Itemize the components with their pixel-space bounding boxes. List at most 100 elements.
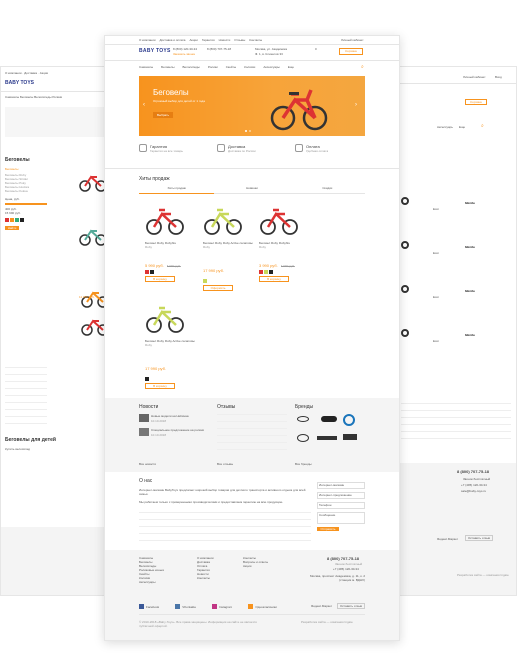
instagram-icon[interactable]: [212, 604, 218, 609]
brand-logo[interactable]: [401, 329, 409, 337]
ok-icon[interactable]: [248, 604, 254, 609]
all-brands-link[interactable]: Все бренды: [295, 462, 312, 466]
right-login-link[interactable]: Вход: [495, 75, 502, 79]
right-footer-email[interactable]: sale@baby-toys.ru: [461, 489, 486, 493]
topbar-link[interactable]: Акции: [189, 38, 197, 42]
footer-link[interactable]: Контакты: [197, 576, 214, 580]
nav-item[interactable]: Еще: [288, 65, 294, 69]
news-thumb[interactable]: [139, 428, 149, 436]
brand-logo[interactable]: [401, 241, 409, 249]
form-field[interactable]: Интернет-магазин: [317, 482, 365, 489]
social-item[interactable]: Одноклассники: [248, 604, 277, 609]
brand-label: Ecoi: [433, 251, 439, 255]
brand-label[interactable]: Merida: [465, 245, 475, 249]
brand-label[interactable]: Merida: [465, 333, 475, 337]
right-nav-item[interactable]: Аксессуары: [437, 125, 453, 129]
news-item-title[interactable]: Новые модели на Hebavaa: [151, 414, 189, 418]
callback-link[interactable]: Заказать звонок: [173, 52, 195, 56]
nav-item[interactable]: Самокаты: [139, 65, 153, 69]
brand-logo[interactable]: [401, 197, 409, 205]
social-item[interactable]: Facebook: [139, 604, 159, 609]
form-field[interactable]: Телефон: [317, 502, 365, 509]
form-submit-button[interactable]: Отправить: [317, 527, 339, 531]
right-account-link[interactable]: Личный кабинет: [463, 75, 486, 79]
product-name[interactable]: Беговел Ruby Ruby Active салатовый: [145, 339, 195, 343]
search-icon[interactable]: ⌕: [361, 64, 364, 70]
leave-review-button[interactable]: Оставить отзыв: [337, 603, 365, 609]
news-item-title[interactable]: Специальное предложение на ролики: [151, 428, 204, 432]
brand-logo[interactable]: [343, 434, 357, 440]
header-phone2[interactable]: 8 (800) 707-75-18: [207, 47, 231, 51]
social-item[interactable]: Instagram: [212, 604, 232, 609]
nav-item[interactable]: Аксессуары: [263, 65, 279, 69]
product-card[interactable]: Беговел Ruby Rubyfire Ruby 5 990 руб. 6 …: [145, 202, 195, 292]
right-footer-phone[interactable]: 8 (800) 707-75-18: [457, 469, 489, 474]
topbar-link[interactable]: Гарантия: [202, 38, 215, 42]
footer-link[interactable]: Акции: [243, 564, 268, 568]
all-news-link[interactable]: Все новости: [139, 462, 156, 466]
tab-sale[interactable]: Скидки: [289, 186, 365, 194]
product-card[interactable]: Беговел Ruby Ruby Active салатовый Ruby …: [145, 300, 195, 390]
banner-button[interactable]: Выбрать: [153, 112, 173, 118]
nav-item[interactable]: Ролики: [208, 65, 218, 69]
account-link[interactable]: Личный кабинет: [341, 38, 364, 42]
hero-banner[interactable]: ‹ › Беговелы Огромный выбор для детей от…: [139, 76, 365, 136]
news-thumb[interactable]: [139, 414, 149, 422]
filter-find-button[interactable]: Найти: [5, 226, 19, 230]
header-phone1[interactable]: 8 (800) 120-30-34: [173, 47, 197, 51]
search-icon[interactable]: ⌕: [481, 123, 484, 129]
social-item[interactable]: VKontakte: [175, 604, 196, 609]
left-footer-text[interactable]: Купить велосипед: [5, 447, 30, 451]
all-reviews-link[interactable]: Все отзывы: [217, 462, 233, 466]
add-to-cart-button[interactable]: В корзину: [145, 383, 175, 389]
nav-item[interactable]: Велосипеды: [183, 65, 200, 69]
tab-new[interactable]: Новинки: [214, 186, 290, 194]
reviews-title: Отзывы: [217, 404, 236, 410]
add-to-cart-button[interactable]: В корзину: [145, 276, 175, 282]
brand-logo[interactable]: [297, 416, 309, 422]
footer-phone2[interactable]: +7 (495) 120-30-34: [333, 567, 359, 571]
brand-label[interactable]: Merida: [465, 289, 475, 293]
product-card[interactable]: Беговел Ruby Rubyfire Ruby 3 990 руб. 4 …: [259, 202, 309, 292]
right-cart-button[interactable]: Корзина: [465, 99, 487, 105]
add-to-cart-button[interactable]: В корзину: [259, 276, 289, 282]
yandex-market-link[interactable]: Яндекс.Маркет: [311, 604, 332, 608]
product-name[interactable]: Беговел Ruby Ruby Active салатовый: [203, 241, 253, 245]
brand-logo[interactable]: [297, 434, 309, 442]
site-logo[interactable]: BABY TOYS: [139, 48, 171, 54]
price-slider[interactable]: [5, 203, 47, 205]
banner-prev-arrow[interactable]: ‹: [143, 102, 145, 108]
right-footer-phone2[interactable]: +7 (495) 120-30-34: [461, 483, 487, 487]
nav-item[interactable]: Беговелы: [161, 65, 174, 69]
banner-next-arrow[interactable]: ›: [355, 102, 357, 108]
right-feedback-button[interactable]: Оставить отзыв: [465, 535, 493, 541]
tab-hits[interactable]: Хиты продаж: [139, 186, 215, 194]
right-yandex[interactable]: Яндекс.Маркет: [437, 537, 458, 541]
filter-item[interactable]: Беговелы Kokua: [5, 189, 47, 193]
vk-icon[interactable]: [175, 604, 181, 609]
footer-phone[interactable]: 8 (800) 707-75-18: [327, 556, 359, 561]
checkout-button[interactable]: Оформить: [203, 285, 233, 291]
topbar-link[interactable]: Доставка и оплата: [160, 38, 186, 42]
footer-link[interactable]: Аксессуары: [139, 580, 164, 584]
brand-logo[interactable]: [401, 285, 409, 293]
brand-logo[interactable]: [317, 436, 337, 440]
topbar-link[interactable]: Новости: [219, 38, 231, 42]
right-nav-more[interactable]: Еще: [459, 125, 465, 129]
form-field[interactable]: Интернет-предложение: [317, 492, 365, 499]
topbar-link[interactable]: Отзывы: [234, 38, 245, 42]
product-card[interactable]: Беговел Ruby Ruby Active салатовый Ruby …: [203, 202, 253, 292]
banner-dots[interactable]: [245, 130, 251, 132]
left-nav[interactable]: Самокаты Беговелы Велосипеды Ролики: [5, 95, 109, 99]
nav-item[interactable]: Коляски: [244, 65, 255, 69]
topbar-link[interactable]: О компании: [139, 38, 156, 42]
price-to[interactable]: 15 990 руб.: [5, 211, 47, 215]
brand-label[interactable]: Merida: [465, 201, 475, 205]
brand-logo[interactable]: [343, 414, 355, 426]
brand-logo[interactable]: [321, 416, 337, 422]
form-field[interactable]: Сообщение: [317, 512, 365, 524]
topbar-link[interactable]: Контакты: [249, 38, 262, 42]
facebook-icon[interactable]: [139, 604, 144, 609]
nav-item[interactable]: Скейты: [226, 65, 236, 69]
cart-button[interactable]: Корзина: [339, 48, 363, 55]
